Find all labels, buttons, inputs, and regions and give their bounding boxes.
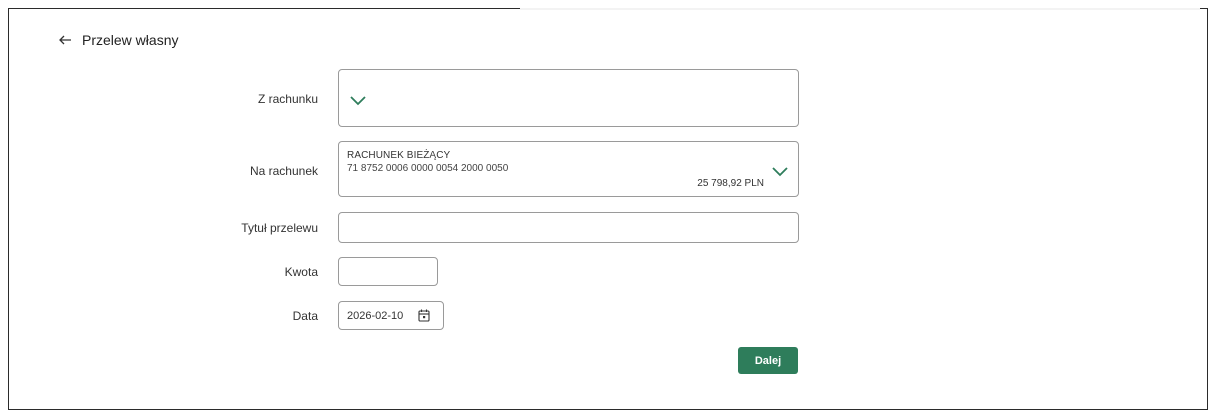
to-account-number: 71 8752 0006 0000 0054 2000 0050	[347, 163, 509, 174]
to-account-select[interactable]: RACHUNEK BIEŻĄCY 71 8752 0006 0000 0054 …	[338, 141, 799, 197]
date-label: Data	[292, 309, 318, 323]
page-header: Przelew własny	[58, 32, 178, 48]
to-account-name: RACHUNEK BIEŻĄCY	[347, 150, 451, 161]
date-input[interactable]: 2026-02-10	[338, 301, 444, 330]
amount-input[interactable]	[338, 257, 438, 286]
top-divider	[520, 8, 1200, 10]
calendar-icon[interactable]	[418, 309, 430, 322]
back-arrow-icon[interactable]	[58, 33, 72, 47]
chevron-down-icon[interactable]	[771, 162, 789, 180]
next-button[interactable]: Dalej	[738, 347, 798, 374]
to-account-label: Na rachunek	[249, 164, 318, 178]
amount-label: Kwota	[284, 265, 318, 279]
chevron-down-icon[interactable]	[349, 91, 367, 109]
date-value: 2026-02-10	[347, 310, 404, 322]
transfer-title-label: Tytuł przelewu	[241, 221, 318, 235]
page-title: Przelew własny	[82, 32, 179, 48]
from-account-label: Z rachunku	[257, 92, 318, 106]
from-account-select[interactable]	[338, 69, 799, 127]
to-account-balance: 25 798,92 PLN	[697, 178, 764, 189]
transfer-title-input[interactable]	[338, 212, 799, 243]
